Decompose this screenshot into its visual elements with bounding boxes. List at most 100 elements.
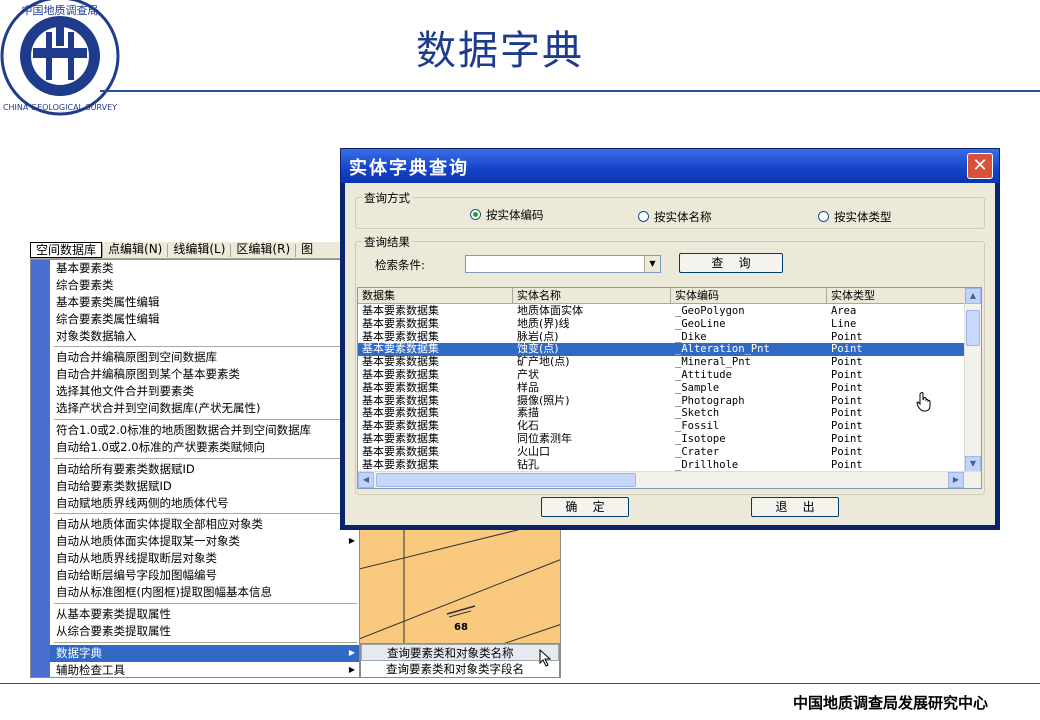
menu-item[interactable]: 自动从地质界线提取断层对象类 (50, 550, 359, 567)
radio-by-code[interactable]: 按实体编码 (470, 207, 544, 223)
column-header-entity-name[interactable]: 实体名称 (513, 288, 671, 304)
table-cell: 基本要素数据集 (362, 432, 439, 445)
submenu-item-query-names[interactable]: 查询要素类和对象类名称 (361, 644, 559, 661)
menu-item[interactable]: 自动给1.0或2.0标准的产状要素类赋倾向 (50, 439, 359, 456)
menu-line-edit[interactable]: 线编辑(L) (168, 242, 230, 258)
menu-item[interactable]: 选择其他文件合并到要素类 (50, 383, 359, 400)
table-cell: 素描 (517, 407, 539, 420)
horizontal-scrollbar[interactable]: ◀ ▶ (358, 471, 981, 488)
table-cell: 基本要素数据集 (362, 394, 439, 407)
menu-item[interactable]: 综合要素类 (50, 277, 359, 294)
ok-button[interactable]: 确 定 (541, 497, 629, 517)
table-cell: Point (831, 420, 863, 433)
search-condition-label: 检索条件: (375, 258, 425, 272)
submenu-arrow-icon: ▶ (348, 647, 355, 657)
table-cell: 样品 (517, 381, 539, 394)
menu-point-edit[interactable]: 点编辑(N) (103, 242, 167, 258)
table-row[interactable]: 基本要素数据集 火山口 _Crater Point (358, 446, 966, 459)
column-header-entity-code[interactable]: 实体编码 (671, 288, 827, 304)
table-cell: _Photograph (675, 394, 745, 407)
scroll-left-icon[interactable]: ◀ (358, 472, 374, 488)
table-cell: _Sample (675, 381, 720, 394)
dialog-title-bar[interactable]: 实体字典查询 ✕ (341, 149, 999, 183)
menu-item[interactable]: 基本要素类属性编辑 (50, 294, 359, 311)
menu-item[interactable]: 自动给所有要素类数据赋ID (50, 461, 359, 478)
table-cell: 产状 (517, 368, 539, 381)
table-cell: 地质(界)线 (517, 317, 570, 330)
table-cell: 同位素测年 (517, 432, 572, 445)
china-geological-survey-logo: 中国地质调查局 CHINA GEOLOGICAL SURVEY (0, 0, 126, 120)
menu-item-data-dictionary[interactable]: 数据字典 ▶ (50, 644, 359, 662)
table-cell: Point (831, 381, 863, 394)
table-row[interactable]: 基本要素数据集 钻孔 _Drillhole Point (358, 459, 966, 472)
table-row[interactable]: 基本要素数据集 化石 _Fossil Point (358, 420, 966, 433)
menu-item[interactable]: 选择产状合并到空间数据库(产状无属性) (50, 400, 359, 417)
table-row[interactable]: 基本要素数据集 同位素测年 _Isotope Point (358, 433, 966, 446)
menu-bar: 空间数据库 点编辑(N) 线编辑(L) 区编辑(R) 图 (30, 241, 360, 259)
menu-spatial-database[interactable]: 空间数据库 (30, 242, 103, 258)
radio-unchecked-icon (638, 211, 649, 222)
chevron-down-icon[interactable]: ▼ (644, 256, 660, 272)
table-cell: _Drillhole (675, 458, 739, 471)
scroll-thumb[interactable] (966, 310, 980, 346)
menu-item[interactable]: 从基本要素类提取属性 (50, 606, 359, 623)
menu-item[interactable]: 自动合并编稿原图到某个基本要素类 (50, 366, 359, 383)
table-cell: _Attitude (675, 368, 732, 381)
column-header-dataset[interactable]: 数据集 (358, 288, 513, 304)
menu-region-edit[interactable]: 区编辑(R) (231, 242, 295, 258)
radio-by-name[interactable]: 按实体名称 (638, 209, 712, 225)
close-icon[interactable]: ✕ (967, 153, 993, 179)
table-row[interactable]: 基本要素数据集 地质(界)线 _GeoLine Line (358, 318, 966, 331)
submenu-item-query-fields[interactable]: 查询要素类和对象类字段名 (361, 661, 559, 678)
menu-item[interactable]: 自动从标准图框(内图框)提取图幅基本信息 (50, 584, 359, 601)
table-cell: Line (831, 317, 857, 330)
menu-map[interactable]: 图 (296, 242, 318, 258)
mouse-pointer-icon (539, 649, 552, 667)
table-header: 数据集 实体名称 实体编码 实体类型 (358, 288, 966, 304)
table-cell: Point (831, 445, 863, 458)
radio-unchecked-icon (818, 211, 829, 222)
radio-by-type[interactable]: 按实体类型 (818, 209, 892, 225)
table-cell: 基本要素数据集 (362, 407, 439, 420)
radio-checked-icon (470, 209, 481, 220)
menu-item[interactable]: 自动给要素类数据赋ID (50, 478, 359, 495)
table-row[interactable]: 基本要素数据集 素描 _Sketch Point (358, 407, 966, 420)
dialog-body: 查询方式 按实体编码 按实体名称 按实体类型 查询结果 检索条件: ▼ 查 询 … (345, 183, 995, 525)
menu-item[interactable]: 对象类数据输入 (50, 328, 359, 345)
vertical-scrollbar[interactable]: ▲ ▼ (964, 288, 981, 472)
menu-item[interactable]: 综合要素类属性编辑 (50, 311, 359, 328)
menu-item-label: 自动从地质体面实体提取某一对象类 (56, 534, 240, 549)
query-button[interactable]: 查 询 (679, 253, 783, 273)
footer-text: 中国地质调查局发展研究中心 (792, 694, 988, 712)
menu-item[interactable]: 自动给断层编号字段加图幅编号 (50, 567, 359, 584)
menu-item[interactable]: 符合1.0或2.0标准的地质图数据合并到空间数据库 (50, 422, 359, 439)
slide-title: 数据字典 (416, 28, 584, 74)
scroll-down-icon[interactable]: ▼ (965, 456, 981, 472)
table-row[interactable]: 基本要素数据集 脉岩(点) _Dike Point (358, 331, 966, 344)
column-header-entity-type[interactable]: 实体类型 (827, 288, 966, 304)
scroll-right-icon[interactable]: ▶ (948, 472, 964, 488)
table-cell: 基本要素数据集 (362, 381, 439, 394)
header-rule (100, 90, 1040, 92)
table-cell: Point (831, 407, 863, 420)
table-row[interactable]: 基本要素数据集 地质体面实体 _GeoPolygon Area (358, 305, 966, 318)
radio-label: 按实体名称 (654, 210, 712, 224)
menu-item[interactable]: 自动从地质体面实体提取全部相应对象类 (50, 516, 359, 533)
table-cell: 基本要素数据集 (362, 305, 439, 317)
menu-item[interactable]: 从综合要素类提取属性 (50, 623, 359, 640)
data-dictionary-submenu: 查询要素类和对象类名称 查询要素类和对象类字段名 (360, 643, 560, 678)
search-condition-combo[interactable]: ▼ (465, 255, 661, 273)
table-row[interactable]: 基本要素数据集 蚀变(点) _Alteration_Pnt Point (358, 343, 966, 357)
menu-item[interactable]: 自动从地质体面实体提取某一对象类 ▶ (50, 533, 359, 550)
scroll-up-icon[interactable]: ▲ (965, 288, 981, 304)
menu-item[interactable]: 自动赋地质界线两侧的地质体代号 (50, 495, 359, 512)
table-row[interactable]: 基本要素数据集 摄像(照片) _Photograph Point (358, 395, 966, 408)
exit-button[interactable]: 退 出 (751, 497, 839, 517)
menu-item[interactable]: 自动合并编稿原图到空间数据库 (50, 349, 359, 366)
menu-item[interactable]: 基本要素类 (50, 260, 359, 277)
table-row[interactable]: 基本要素数据集 矿产地(点) _Mineral_Pnt Point (358, 356, 966, 369)
table-row[interactable]: 基本要素数据集 样品 _Sample Point (358, 382, 966, 395)
scroll-thumb[interactable] (376, 473, 636, 487)
table-row[interactable]: 基本要素数据集 产状 _Attitude Point (358, 369, 966, 382)
menu-item-check-tools[interactable]: 辅助检查工具 ▶ (50, 662, 359, 677)
